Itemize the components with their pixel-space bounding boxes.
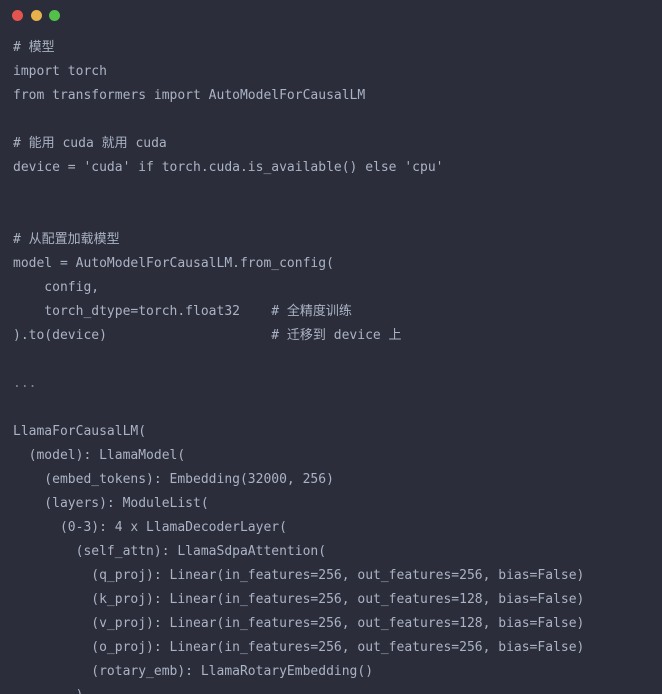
code-line: (model): LlamaModel( (13, 448, 186, 463)
code-line: ) (13, 684, 652, 694)
code-line: (self_attn): LlamaSdpaAttention( (13, 544, 327, 559)
code-area: # 模型 import torch from transformers import… (0, 30, 662, 694)
code-line: # 从配置加载模型 (13, 232, 120, 247)
code-line: from transformers import AutoModelForCau… (13, 88, 366, 103)
code-line: (0-3): 4 x LlamaDecoderLayer( (13, 520, 287, 535)
code-line: torch_dtype=torch.float32 # 全精度训练 (13, 304, 352, 319)
code-line: model = AutoModelForCausalLM.from_config… (13, 256, 334, 271)
code-snippet-window: # 模型 import torch from transformers import… (0, 0, 662, 694)
code-line: config, (13, 280, 100, 295)
traffic-light-buttons (12, 9, 60, 21)
code-line: (v_proj): Linear(in_features=256, out_fe… (13, 616, 585, 631)
close-window-icon[interactable] (12, 9, 23, 21)
code-line: (embed_tokens): Embedding(32000, 256) (13, 472, 334, 487)
code-line: LlamaForCausalLM( (13, 424, 147, 439)
code-line: (k_proj): Linear(in_features=256, out_fe… (13, 592, 585, 607)
code-line: ... (13, 376, 37, 391)
code-line: (o_proj): Linear(in_features=256, out_fe… (13, 640, 585, 655)
code-line: device = 'cuda' if torch.cuda.is_availab… (13, 160, 444, 175)
code-line: (layers): ModuleList( (13, 496, 209, 511)
code-block[interactable]: # 模型 import torch from transformers import… (0, 36, 662, 694)
code-line: import torch (13, 64, 107, 79)
code-line: (q_proj): Linear(in_features=256, out_fe… (13, 568, 585, 583)
window-titlebar (0, 0, 662, 30)
code-line: (rotary_emb): LlamaRotaryEmbedding() (13, 664, 374, 679)
code-line: # 模型 (13, 40, 55, 55)
maximize-window-icon[interactable] (49, 9, 60, 21)
minimize-window-icon[interactable] (30, 9, 42, 21)
code-line: ).to(device) # 迁移到 device 上 (13, 328, 402, 343)
code-line: # 能用 cuda 就用 cuda (13, 136, 167, 151)
